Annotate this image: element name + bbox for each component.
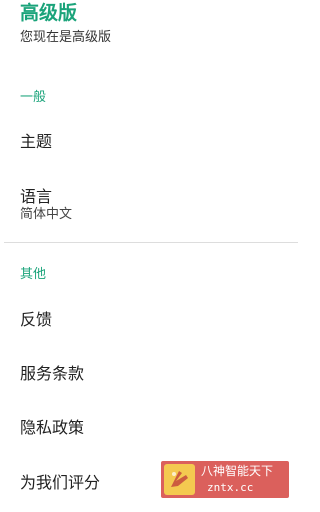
watermark-badge: 八神智能天下 zntx.cc (161, 461, 289, 498)
section-header-other: 其他 (20, 267, 47, 282)
settings-item-feedback[interactable]: 反馈 (0, 298, 302, 344)
settings-item-terms[interactable]: 服务条款 (0, 352, 302, 398)
watermark-url: zntx.cc (207, 481, 254, 494)
settings-item-label: 服务条款 (20, 364, 85, 383)
settings-item-theme[interactable]: 主题 (0, 120, 302, 166)
watermark-name: 八神智能天下 (201, 464, 274, 478)
settings-item-label: 主题 (20, 132, 53, 151)
settings-item-language[interactable]: 语言 简体中文 (0, 178, 302, 234)
watermark-logo-icon (164, 464, 195, 495)
settings-item-label: 反馈 (20, 310, 53, 329)
settings-item-privacy[interactable]: 隐私政策 (0, 406, 302, 452)
section-divider (4, 242, 298, 243)
section-header-general: 一般 (20, 90, 47, 105)
settings-item-label: 隐私政策 (20, 418, 85, 437)
premium-subtitle: 您现在是高级版 (20, 30, 112, 45)
language-value: 简体中文 (20, 207, 73, 222)
settings-item-label: 语言 (20, 187, 53, 206)
settings-item-label: 为我们评分 (20, 473, 101, 492)
premium-title[interactable]: 高级版 (20, 0, 77, 26)
